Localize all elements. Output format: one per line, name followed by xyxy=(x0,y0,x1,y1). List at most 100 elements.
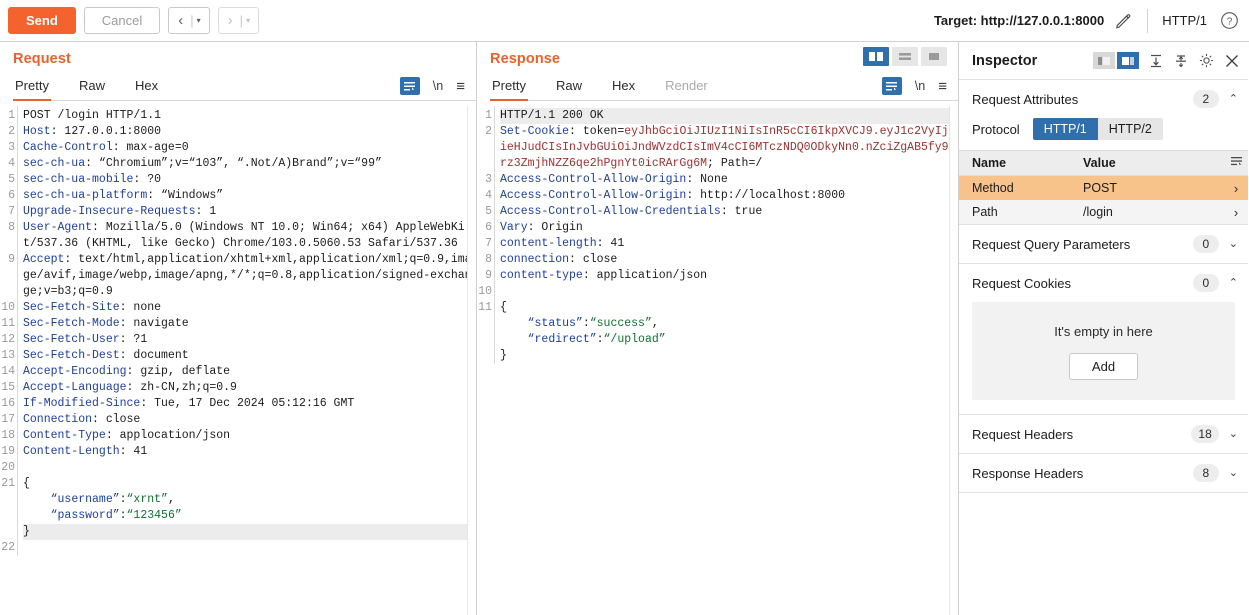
request-title: Request xyxy=(13,51,71,67)
chevron-right-icon[interactable]: › xyxy=(221,13,240,28)
newline-icon[interactable]: \n xyxy=(433,79,443,93)
gear-icon[interactable] xyxy=(1198,52,1215,69)
pencil-icon[interactable] xyxy=(1114,11,1133,30)
chevron-up-icon[interactable]: ⌃ xyxy=(1229,93,1238,105)
protocol-segmented-control: HTTP/1 HTTP/2 xyxy=(1032,118,1163,140)
dock-right-icon[interactable] xyxy=(1117,52,1139,69)
help-icon[interactable]: ? xyxy=(1220,11,1239,30)
split-view-icon[interactable] xyxy=(863,47,889,66)
section-header-response-headers[interactable]: Response Headers 8 ⌄ xyxy=(959,454,1248,492)
empty-state-message: It's empty in here xyxy=(1054,324,1153,339)
chevron-right-icon[interactable]: › xyxy=(1224,181,1248,196)
request-editor[interactable]: 1 2 3 4 5 6 7 8 9 10 11 12 13 14 15 16 17 18 19 20 21 22 POST… xyxy=(0,106,476,615)
expand-all-icon[interactable] xyxy=(1148,53,1164,69)
send-button[interactable]: Send xyxy=(8,7,76,34)
attribute-value[interactable]: POST xyxy=(1079,181,1224,195)
line-number: 11 xyxy=(1,317,15,330)
history-back-group[interactable]: ‹ | ▾ xyxy=(168,7,210,34)
code-line: content-length: 41 xyxy=(500,237,625,250)
column-options-icon[interactable] xyxy=(1224,156,1248,170)
tab-request-pretty[interactable]: Pretty xyxy=(13,75,51,101)
tab-response-pretty[interactable]: Pretty xyxy=(490,75,528,101)
cancel-button[interactable]: Cancel xyxy=(83,7,161,34)
svg-text:?: ? xyxy=(1227,17,1233,28)
tab-response-render[interactable]: Render xyxy=(663,75,710,101)
attribute-value[interactable]: /login xyxy=(1079,205,1224,219)
line-number: 18 xyxy=(1,429,15,442)
section-header-request-query-parameters[interactable]: Request Query Parameters 0 ⌄ xyxy=(959,225,1248,263)
code-line: } xyxy=(23,524,476,540)
chevron-down-icon[interactable]: ▾ xyxy=(194,16,207,25)
history-forward-group[interactable]: › | ▾ xyxy=(217,7,260,34)
close-icon[interactable] xyxy=(1224,53,1240,69)
response-scrollbar[interactable] xyxy=(949,106,958,615)
response-editor[interactable]: 1 2 3 4 5 6 7 8 9 10 11 HTTP/1.1 200 OK Set-Cookie:… xyxy=(477,106,958,615)
menu-icon[interactable]: ≡ xyxy=(456,79,465,94)
section-label: Request Headers xyxy=(972,426,1074,442)
protocol-label: Protocol xyxy=(972,121,1020,137)
toolbar-divider xyxy=(1147,8,1149,33)
code-line: “password”:“123456” xyxy=(23,509,182,522)
code-line: { xyxy=(23,477,30,490)
code-line: Vary: Origin xyxy=(500,221,583,234)
section-header-request-headers[interactable]: Request Headers 18 ⌄ xyxy=(959,415,1248,453)
menu-icon[interactable]: ≡ xyxy=(938,79,947,94)
protocol-row: Protocol HTTP/1 HTTP/2 xyxy=(959,118,1248,150)
tab-request-raw[interactable]: Raw xyxy=(77,75,107,101)
table-row[interactable]: Method POST › xyxy=(959,176,1248,200)
section-request-headers: Request Headers 18 ⌄ xyxy=(959,415,1248,454)
protocol-option-http1[interactable]: HTTP/1 xyxy=(1032,118,1098,140)
code-line: sec-ch-ua: “Chromium”;v=“103”, “.Not/A)B… xyxy=(23,157,382,170)
word-wrap-icon[interactable] xyxy=(399,77,420,95)
line-number: 13 xyxy=(1,349,15,362)
inspector-panel: Inspector Request Attributes 2 ⌃ Protoco… xyxy=(959,42,1248,615)
response-code[interactable]: HTTP/1.1 200 OK Set-Cookie: token=eyJhbGc… xyxy=(500,106,958,364)
request-scrollbar[interactable] xyxy=(467,106,476,615)
view-mode-toggle xyxy=(863,47,947,66)
section-count-badge: 18 xyxy=(1191,425,1219,443)
chevron-up-icon[interactable]: ⌃ xyxy=(1229,277,1238,289)
tab-request-hex[interactable]: Hex xyxy=(133,75,160,101)
tab-response-raw[interactable]: Raw xyxy=(554,75,584,101)
chevron-right-icon[interactable]: › xyxy=(1224,205,1248,220)
table-row[interactable]: Path /login › xyxy=(959,200,1248,224)
chevron-down-icon[interactable]: ▾ xyxy=(243,16,256,25)
line-number: 16 xyxy=(1,397,15,410)
attribute-name: Path xyxy=(972,205,998,219)
section-label: Request Attributes xyxy=(972,91,1079,107)
top-toolbar: Send Cancel ‹ | ▾ › | ▾ Target: http://1… xyxy=(0,0,1249,42)
code-line: Content-Type: applocation/json xyxy=(23,429,231,442)
newline-icon[interactable]: \n xyxy=(915,79,925,93)
single-view-icon[interactable] xyxy=(921,47,947,66)
chevron-down-icon[interactable]: ⌄ xyxy=(1229,238,1238,250)
section-request-attributes: Request Attributes 2 ⌃ Protocol HTTP/1 H… xyxy=(959,80,1248,225)
section-header-request-cookies[interactable]: Request Cookies 0 ⌃ xyxy=(959,264,1248,302)
chevron-down-icon[interactable]: ⌄ xyxy=(1229,428,1238,440)
http-version-label[interactable]: HTTP/1 xyxy=(1162,13,1207,28)
section-count-badge: 2 xyxy=(1192,90,1219,108)
tab-response-hex[interactable]: Hex xyxy=(610,75,637,101)
line-number: 14 xyxy=(1,365,15,378)
horizontal-view-icon[interactable] xyxy=(892,47,918,66)
inspector-title: Inspector xyxy=(972,52,1038,69)
section-header-request-attributes[interactable]: Request Attributes 2 ⌃ xyxy=(959,80,1248,118)
code-line: Accept-Language: zh-CN,zh;q=0.9 xyxy=(23,381,237,394)
request-code[interactable]: POST /login HTTP/1.1 Host: 127.0.0.1:8000… xyxy=(23,106,476,556)
code-line: User-Agent: Mozilla/5.0 (Windows NT 10.0… xyxy=(23,221,465,250)
code-line: sec-ch-ua-mobile: ?0 xyxy=(23,173,162,186)
section-count-badge: 0 xyxy=(1192,274,1219,292)
collapse-all-icon[interactable] xyxy=(1173,53,1189,69)
protocol-option-http2[interactable]: HTTP/2 xyxy=(1097,118,1163,140)
dock-left-icon[interactable] xyxy=(1093,52,1115,69)
word-wrap-icon[interactable] xyxy=(881,77,902,95)
chevron-down-icon[interactable]: ⌄ xyxy=(1229,467,1238,479)
code-line: POST /login HTTP/1.1 xyxy=(23,109,162,122)
line-number: 19 xyxy=(1,445,15,458)
line-number: 3 xyxy=(8,141,15,154)
chevron-left-icon[interactable]: ‹ xyxy=(171,13,190,28)
line-number: 10 xyxy=(478,285,492,298)
add-cookie-button[interactable]: Add xyxy=(1068,353,1139,380)
toolbar-right-group: Target: http://127.0.0.1:8000 HTTP/1 ? xyxy=(934,8,1239,33)
